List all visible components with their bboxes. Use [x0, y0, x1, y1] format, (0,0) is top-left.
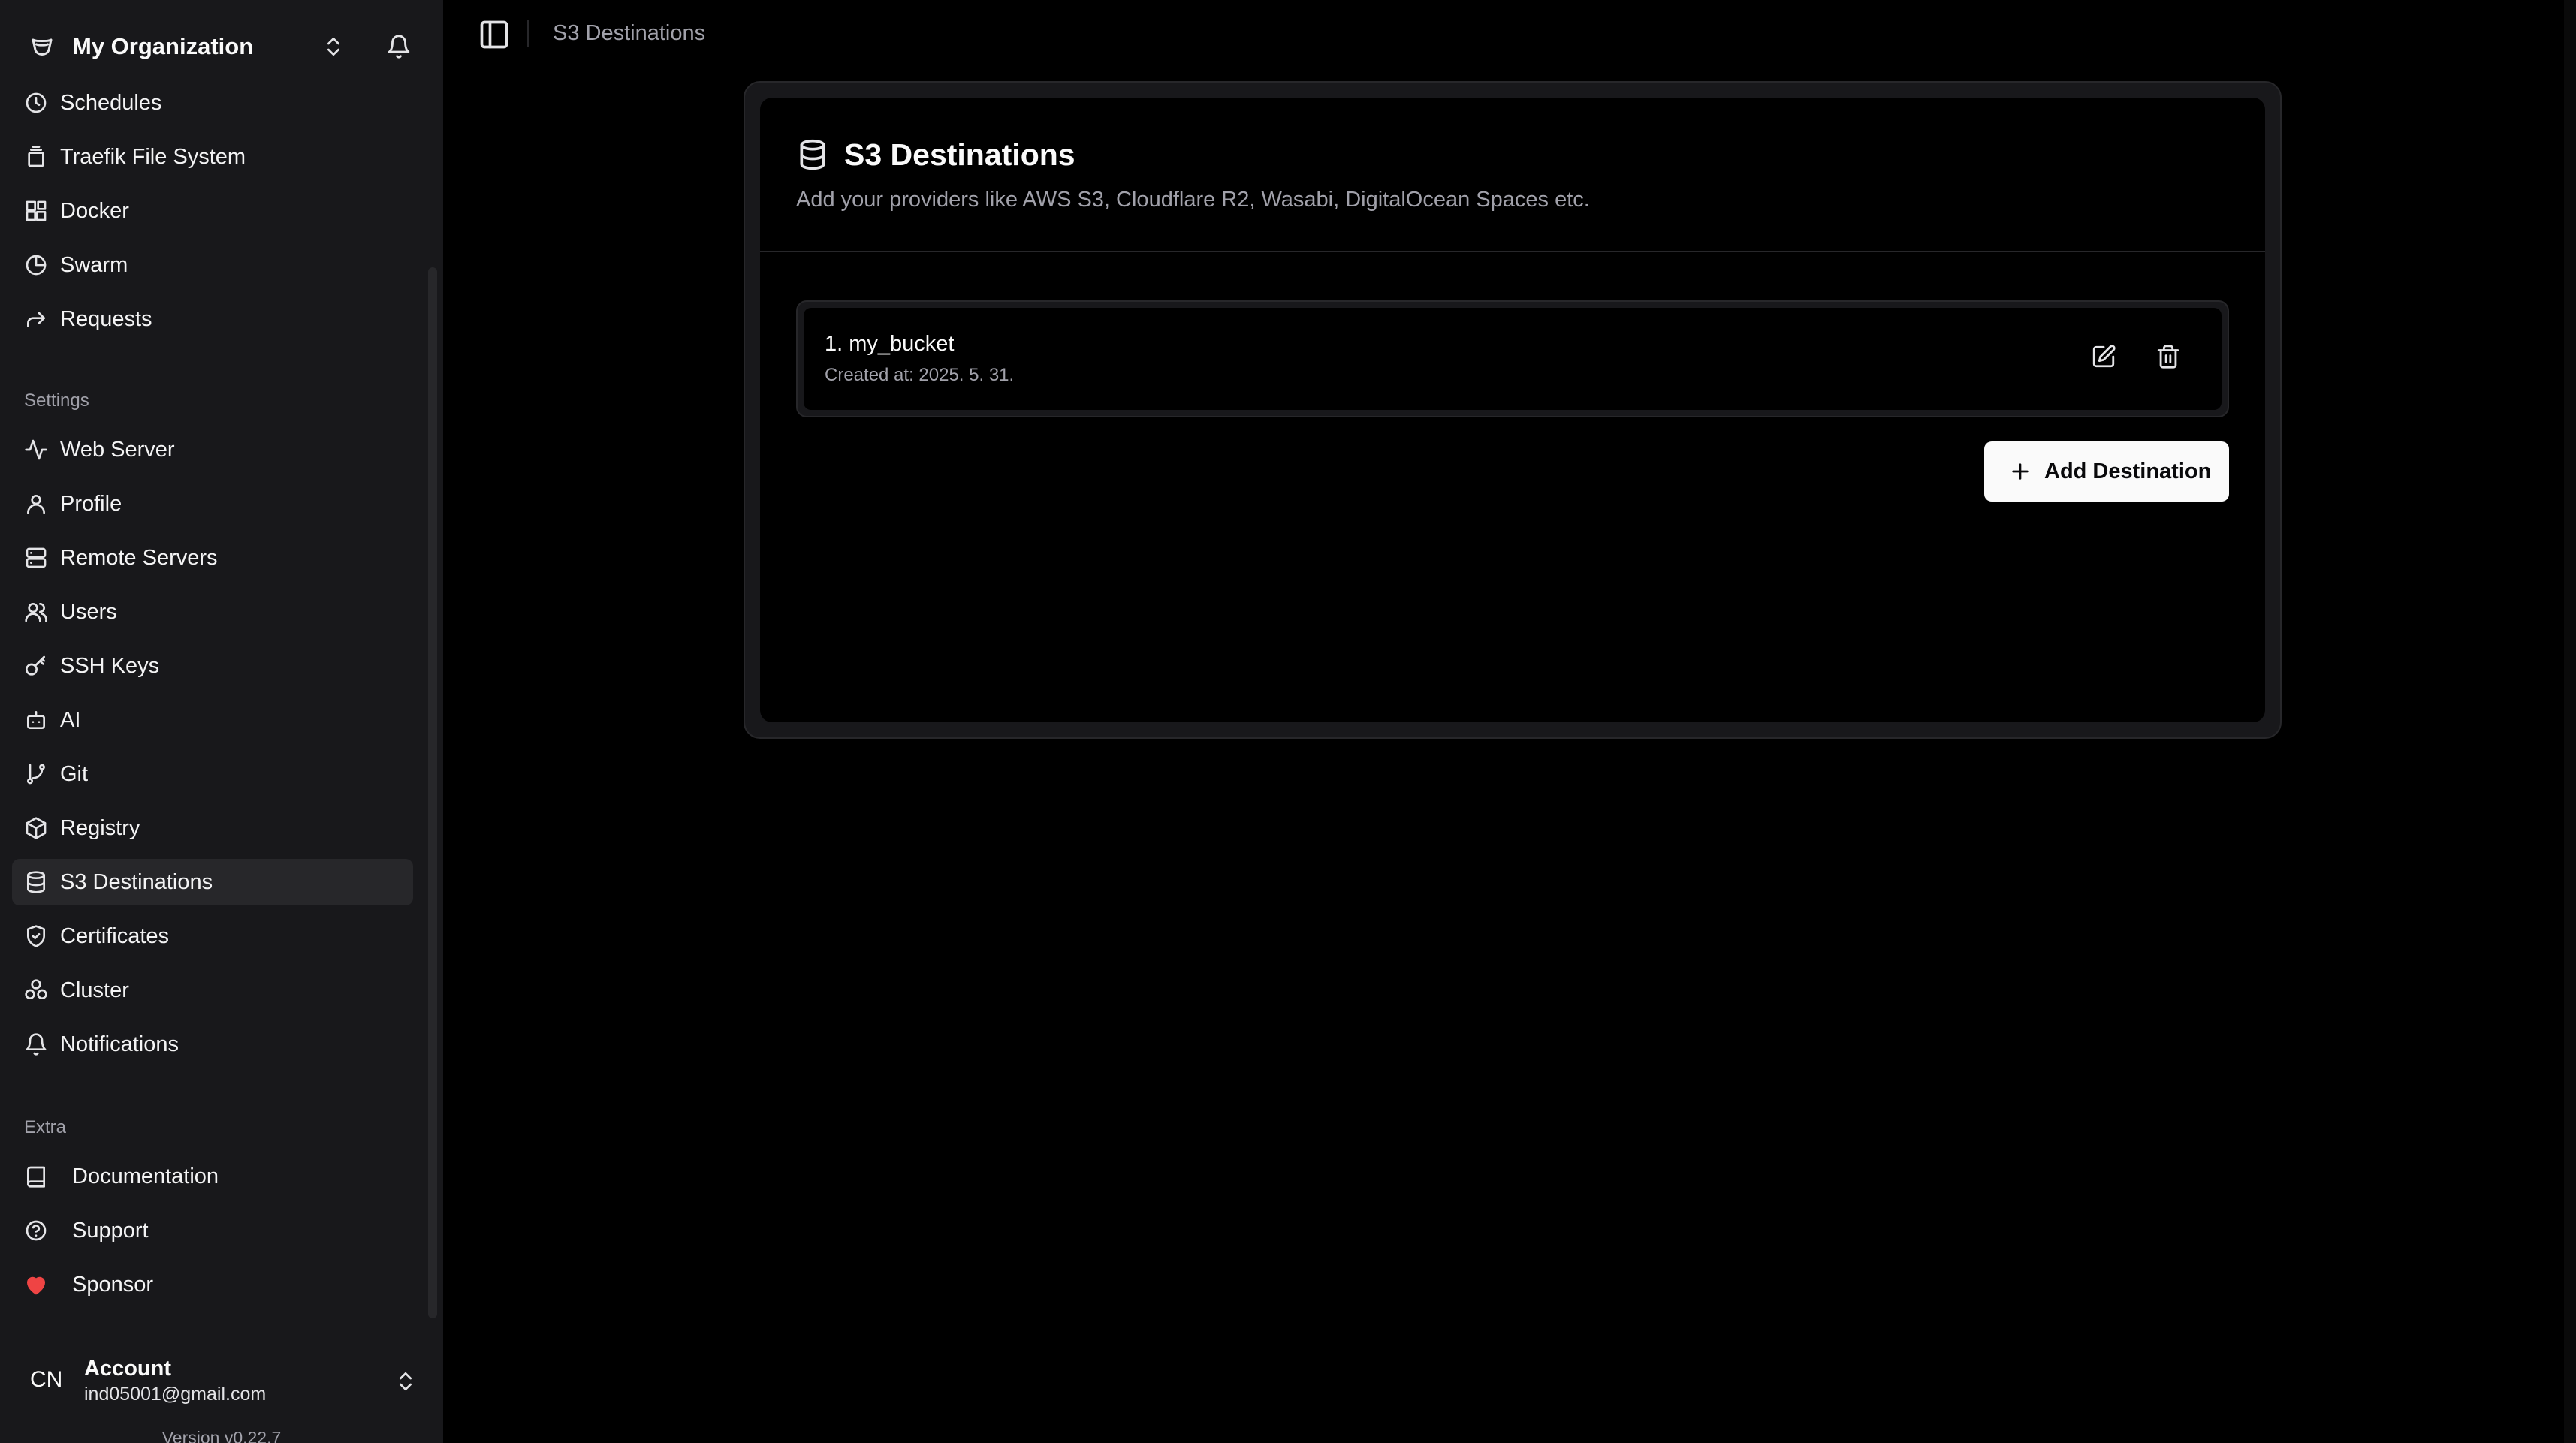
breadcrumb: S3 Destinations [553, 21, 706, 45]
sidebar-item-label: Traefik File System [60, 145, 246, 169]
git-branch-icon [27, 764, 45, 785]
version-label: Version v0.22.7 [161, 1428, 282, 1443]
sidebar-item-label: SSH Keys [60, 654, 160, 678]
boxes-icon [25, 979, 47, 999]
destination-name: 1. my_bucket [825, 332, 955, 356]
sidebar-item-label: Cluster [60, 978, 129, 1002]
settings-section-label: Settings [24, 390, 89, 411]
sidebar-item-requests[interactable]: Requests [12, 296, 413, 342]
bot-icon [27, 711, 45, 729]
sidebar: My Organization Schedules Traefik File S… [0, 0, 443, 1443]
add-destination-button[interactable]: Add Destination [1984, 441, 2229, 502]
sidebar-item-documentation[interactable]: Documentation [12, 1153, 413, 1200]
sidebar-scrollbar[interactable] [428, 267, 437, 1318]
sidebar-item-swarm[interactable]: Swarm [12, 242, 413, 288]
users-icon [25, 603, 47, 622]
user-icon [27, 495, 45, 514]
sidebar-toggle-icon[interactable] [478, 18, 511, 51]
sidebar-item-label: Docker [60, 199, 129, 223]
sidebar-item-label: Certificates [60, 924, 170, 948]
clock-icon [26, 92, 47, 113]
sidebar-item-schedules[interactable]: Schedules [12, 80, 413, 126]
activity-icon [25, 439, 47, 460]
add-destination-label: Add Destination [2044, 459, 2212, 484]
sidebar-item-support[interactable]: Support [12, 1207, 413, 1254]
sidebar-item-label: AI [60, 708, 81, 732]
org-logo-icon [32, 38, 53, 56]
sidebar-item-label: Requests [60, 307, 152, 331]
page-scrollbar[interactable] [2564, 0, 2576, 1443]
edit-icon[interactable] [2091, 344, 2116, 369]
bell-icon [26, 1033, 47, 1056]
org-name: My Organization [72, 33, 254, 59]
sidebar-item-label: Web Server [60, 438, 175, 462]
sidebar-item-label: Profile [60, 492, 122, 516]
sidebar-item-cluster[interactable]: Cluster [12, 967, 413, 1014]
heart-icon [27, 1276, 45, 1295]
server-icon [26, 547, 47, 568]
sidebar-item-registry[interactable]: Registry [12, 805, 413, 851]
sidebar-item-label: Sponsor [72, 1273, 154, 1297]
sidebar-item-label: Notifications [60, 1032, 179, 1056]
page-description: Add your providers like AWS S3, Cloudfla… [796, 188, 1590, 212]
sidebar-item-ssh-keys[interactable]: SSH Keys [12, 643, 413, 689]
book-icon [27, 1166, 45, 1188]
account-menu[interactable]: CN Account ind05001@gmail.com [0, 1344, 443, 1419]
bell-icon[interactable] [386, 34, 412, 59]
sidebar-item-label: Remote Servers [60, 546, 218, 570]
sidebar-item-label: Swarm [60, 253, 128, 277]
forward-arrow-icon [27, 312, 45, 327]
sidebar-item-label: Registry [60, 816, 140, 840]
sidebar-item-label: Documentation [72, 1164, 219, 1188]
database-icon [27, 871, 45, 893]
destination-item-body [804, 308, 2222, 410]
plus-icon [2012, 463, 2029, 480]
sidebar-item-ai[interactable]: AI [12, 697, 413, 743]
card-divider [760, 251, 2265, 252]
sidebar-item-profile[interactable]: Profile [12, 480, 413, 527]
sidebar-item-label: Schedules [60, 91, 162, 115]
sidebar-item-docker[interactable]: Docker [12, 188, 413, 234]
extra-section-label: Extra [24, 1117, 67, 1137]
sidebar-item-web-server[interactable]: Web Server [12, 426, 413, 473]
account-title: Account [84, 1357, 171, 1381]
avatar: CN [30, 1367, 63, 1392]
sidebar-item-label: S3 Destinations [60, 870, 213, 894]
package-icon [26, 817, 47, 839]
key-icon [26, 655, 45, 676]
shield-check-icon [27, 925, 45, 947]
chevrons-up-down-icon[interactable] [394, 1369, 418, 1393]
sidebar-item-traefik-file-system[interactable]: Traefik File System [12, 134, 413, 180]
blocks-icon [26, 200, 47, 221]
chevrons-up-down-icon[interactable] [321, 35, 345, 59]
account-email: ind05001@gmail.com [84, 1384, 267, 1405]
pie-chart-icon [26, 255, 47, 276]
page-title: S3 Destinations [844, 137, 1075, 172]
sidebar-item-s3-destinations[interactable]: S3 Destinations [12, 859, 413, 905]
topbar-divider [527, 20, 529, 47]
sidebar-item-git[interactable]: Git [12, 751, 413, 797]
sidebar-item-remote-servers[interactable]: Remote Servers [12, 535, 413, 581]
sidebar-item-label: Users [60, 600, 117, 624]
file-stack-icon [28, 146, 44, 167]
sidebar-item-label: Git [60, 762, 89, 786]
sidebar-item-sponsor[interactable]: Sponsor [12, 1261, 413, 1308]
database-icon [800, 139, 825, 170]
trash-icon[interactable] [2155, 344, 2181, 369]
sidebar-item-notifications[interactable]: Notifications [12, 1021, 413, 1068]
help-circle-icon [26, 1220, 47, 1241]
destination-created-at: Created at: 2025. 5. 31. [825, 365, 1015, 385]
sidebar-item-label: Support [72, 1219, 149, 1243]
sidebar-item-users[interactable]: Users [12, 589, 413, 635]
sidebar-item-certificates[interactable]: Certificates [12, 913, 413, 959]
